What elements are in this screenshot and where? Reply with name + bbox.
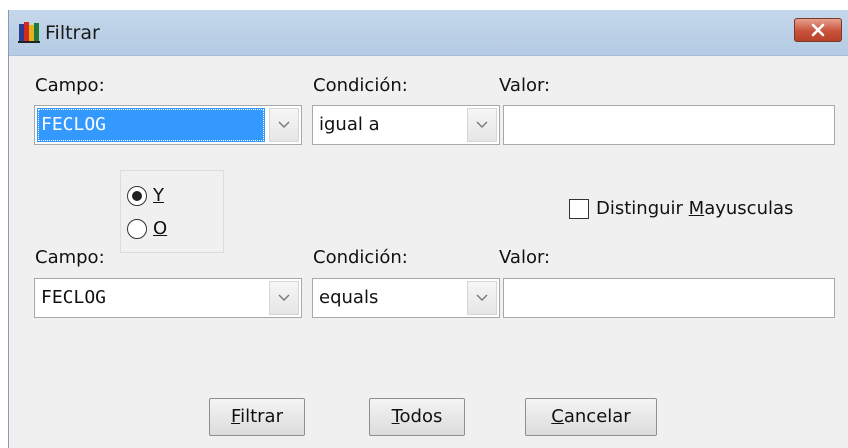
- radio-y-label: Y: [153, 185, 164, 206]
- logic-radio-group: Y O: [120, 170, 224, 253]
- radio-o-circle[interactable]: [127, 219, 147, 239]
- valor-input-2[interactable]: [503, 278, 835, 318]
- campo-select-2-dropdown[interactable]: [269, 281, 299, 315]
- chevron-down-icon: [476, 294, 488, 301]
- campo-label-1: Campo:: [35, 75, 105, 96]
- condicion-label-1: Condición:: [313, 75, 408, 96]
- cancelar-button[interactable]: Cancelar: [525, 398, 657, 436]
- todos-button[interactable]: Todos: [369, 398, 465, 436]
- condicion-select-2-value: equals: [319, 287, 379, 308]
- books-app-icon: [17, 20, 41, 44]
- chevron-down-icon: [278, 121, 290, 128]
- case-sensitive-checkbox[interactable]: [569, 199, 589, 219]
- valor-input-1[interactable]: [503, 105, 835, 145]
- filter-dialog: Filtrar Campo: Condición: Valor: FECLOG …: [8, 10, 848, 448]
- campo-select-2-value: FECLOG: [41, 287, 107, 308]
- campo-select-1-dropdown[interactable]: [269, 108, 299, 142]
- condicion-label-2: Condición:: [313, 247, 408, 268]
- campo-select-2[interactable]: FECLOG: [34, 278, 302, 318]
- campo-select-1-value: FECLOG: [37, 108, 265, 142]
- valor-label-1: Valor:: [499, 75, 551, 96]
- condicion-select-1-value: igual a: [319, 114, 380, 135]
- condicion-select-2-dropdown[interactable]: [467, 281, 497, 315]
- case-sensitive-label[interactable]: Distinguir Mayusculas: [596, 198, 793, 219]
- close-button[interactable]: [794, 18, 842, 42]
- condicion-select-2[interactable]: equals: [312, 278, 500, 318]
- filtrar-button[interactable]: Filtrar: [209, 398, 305, 436]
- radio-o-label: O: [153, 218, 168, 239]
- condicion-select-1[interactable]: igual a: [312, 105, 500, 145]
- close-x-icon: [811, 23, 825, 37]
- condicion-select-1-dropdown[interactable]: [467, 108, 497, 142]
- radio-y-circle[interactable]: [127, 186, 147, 206]
- valor-label-2: Valor:: [499, 247, 551, 268]
- campo-select-1[interactable]: FECLOG: [34, 105, 302, 145]
- chevron-down-icon: [476, 121, 488, 128]
- campo-label-2: Campo:: [35, 247, 105, 268]
- window-title: Filtrar: [45, 22, 100, 44]
- chevron-down-icon: [278, 294, 290, 301]
- title-bar[interactable]: Filtrar: [9, 10, 848, 56]
